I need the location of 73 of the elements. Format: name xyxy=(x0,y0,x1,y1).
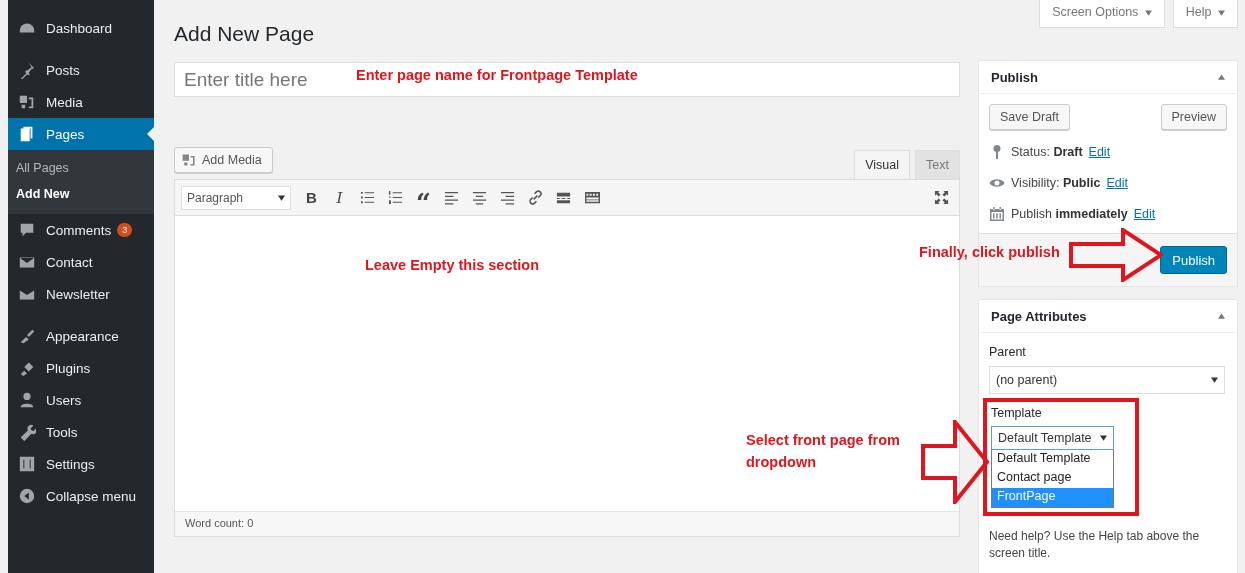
annotation-text: Select front page from dropdown xyxy=(746,431,901,472)
add-media-button[interactable]: Add Media xyxy=(174,147,273,173)
align-left-icon[interactable] xyxy=(444,190,459,205)
submenu-item[interactable]: Add New xyxy=(8,182,154,208)
sidebar-item[interactable]: Tools xyxy=(8,416,154,448)
align-right-icon[interactable] xyxy=(500,190,515,205)
annotation-text: Finally, click publish xyxy=(919,244,1060,260)
publish-setting: Status: Draft xyxy=(1011,144,1083,159)
parent-select[interactable]: (no parent) xyxy=(989,366,1225,394)
sidebar-item[interactable]: Media xyxy=(8,86,154,118)
caret-icon xyxy=(1100,435,1107,441)
help-text: Need help? Use the Help tab above the screen title. xyxy=(989,528,1201,562)
caret-icon xyxy=(1218,10,1225,16)
sidebar-item[interactable]: Posts xyxy=(8,54,154,86)
collapse-toggle-icon[interactable] xyxy=(1218,74,1225,80)
annotation-text: Enter page name for Frontpage Template xyxy=(356,67,638,83)
edit-link[interactable]: Edit xyxy=(1133,206,1156,221)
bullet-list-icon[interactable] xyxy=(360,190,375,205)
link-icon[interactable] xyxy=(528,190,543,205)
sidebar-item[interactable]: Users xyxy=(8,384,154,416)
wrench-icon xyxy=(18,423,36,441)
publish-setting: Publish immediately xyxy=(1011,206,1128,221)
fullscreen-icon[interactable] xyxy=(934,190,949,205)
read-more-icon[interactable] xyxy=(556,190,571,205)
sidebar-item[interactable]: Comments 3 xyxy=(8,214,154,246)
save-draft-button[interactable]: Save Draft xyxy=(989,104,1071,130)
italic-button[interactable]: I xyxy=(332,188,347,207)
word-count: Word count: 0 xyxy=(175,511,959,536)
editor-tab[interactable]: Visual xyxy=(854,150,911,179)
collapse-toggle-icon[interactable] xyxy=(1218,313,1225,319)
sidebar-item[interactable]: Dashboard xyxy=(8,12,154,44)
field-label: Parent xyxy=(989,345,1027,359)
blockquote-button[interactable]: “ xyxy=(416,188,431,207)
screen-tab-button[interactable]: Screen Options xyxy=(1039,0,1165,28)
person-icon xyxy=(18,391,36,409)
calendar-icon xyxy=(989,205,1005,222)
sidebar-item[interactable]: Contact xyxy=(8,246,154,278)
format-select[interactable]: Paragraph xyxy=(181,185,291,210)
field-label: Template xyxy=(991,406,1043,420)
dropdown-option[interactable]: Contact page xyxy=(992,469,1113,488)
preview-button[interactable]: Preview xyxy=(1160,104,1227,130)
template-select[interactable]: Default Template xyxy=(991,426,1114,450)
publish-setting: Visibility: Public xyxy=(1011,175,1101,190)
sidebar-item[interactable]: Appearance xyxy=(8,320,154,352)
caret-icon xyxy=(1211,377,1218,383)
edit-link[interactable]: Edit xyxy=(1088,144,1111,159)
numbered-list-icon[interactable] xyxy=(388,190,403,205)
brush-icon xyxy=(18,327,36,345)
sidebar-item[interactable]: Settings xyxy=(8,448,154,480)
submenu-item[interactable]: All Pages xyxy=(8,156,154,182)
edit-link[interactable]: Edit xyxy=(1106,175,1128,190)
sidebar-item[interactable]: Pages xyxy=(8,118,154,150)
bold-button[interactable]: B xyxy=(304,189,319,206)
sidebar-item[interactable]: Plugins xyxy=(8,352,154,384)
page-title: Add New Page xyxy=(174,22,316,47)
sidebar-item[interactable]: Newsletter xyxy=(8,278,154,310)
caret-icon xyxy=(278,194,285,201)
media-icon xyxy=(18,93,36,111)
keyboard-icon[interactable] xyxy=(584,190,601,205)
box-title: Publish xyxy=(991,69,1038,85)
editor-tab[interactable]: Text xyxy=(915,150,960,179)
screen-tab-button[interactable]: Help xyxy=(1172,0,1238,28)
count-badge: 3 xyxy=(117,223,133,237)
collapse-icon xyxy=(18,487,36,505)
align-center-icon[interactable] xyxy=(472,190,487,205)
pin-icon xyxy=(18,61,36,79)
sidebar-item[interactable]: Collapse menu xyxy=(8,480,154,512)
media-icon xyxy=(181,152,197,168)
box-title: Page Attributes xyxy=(991,308,1087,324)
publish-button[interactable]: Publish xyxy=(1160,246,1227,274)
dropdown-option[interactable]: Default Template xyxy=(992,450,1113,469)
annotation-text: Leave Empty this section xyxy=(365,257,540,273)
caret-icon xyxy=(1144,10,1152,16)
